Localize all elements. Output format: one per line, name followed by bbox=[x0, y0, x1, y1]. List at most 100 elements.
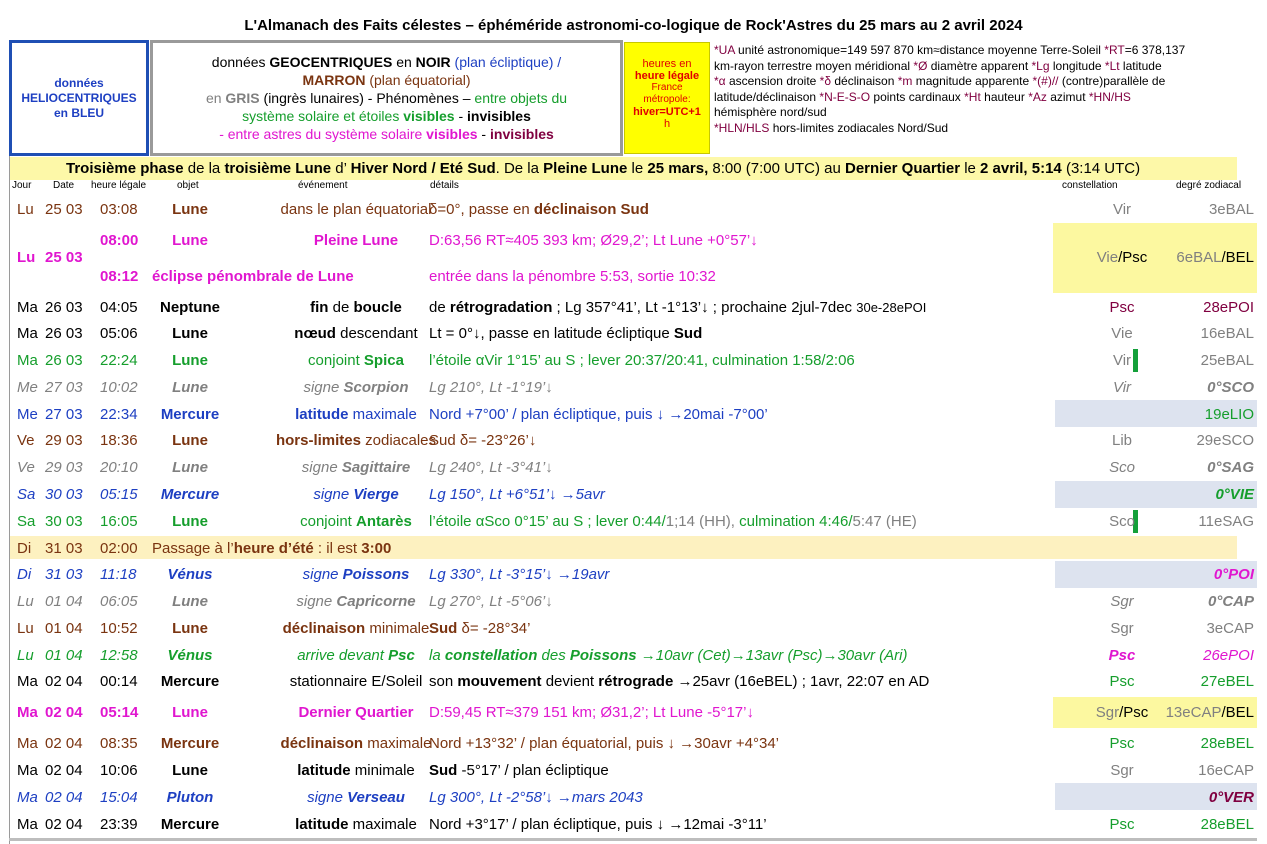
details-text: →10avr (Cet)→13avr (Psc)→30avr (Ari) bbox=[636, 647, 908, 664]
cell-day: Di bbox=[17, 566, 32, 583]
cell-date: 02 04 bbox=[45, 735, 83, 752]
abbr-text: diamètre apparent bbox=[927, 58, 1032, 73]
cell-time: 16:05 bbox=[100, 513, 138, 530]
event-text: déclinaison bbox=[282, 620, 366, 637]
cell-details: δ=0°, passe en déclinaison Sud bbox=[429, 201, 649, 218]
cell-degree: 28ePOI bbox=[1203, 299, 1254, 316]
details-text: devient bbox=[541, 673, 599, 690]
details-text: déclinaison Sud bbox=[533, 201, 649, 218]
cell-degree: 25eBAL bbox=[1200, 352, 1254, 369]
cell-details: Lg 330°, Lt -3°15’↓ →19avr bbox=[429, 566, 610, 583]
cell-time: 05:06 bbox=[100, 325, 138, 342]
cell-degree: 19eLIO bbox=[1204, 406, 1254, 423]
abbr-text: =6 378,137 bbox=[1124, 43, 1186, 57]
phase-text: le bbox=[960, 160, 981, 177]
header-object: objet bbox=[177, 180, 199, 191]
details-text: Sud bbox=[429, 762, 458, 779]
cell-object: Mercure bbox=[160, 406, 220, 423]
cell-day: Ma bbox=[17, 762, 38, 779]
cell-day: Ma bbox=[17, 704, 38, 721]
cell-details: Lg 210°, Lt -1°19’↓ bbox=[429, 379, 553, 396]
event-text: latitude bbox=[297, 762, 351, 779]
phase-text: de la bbox=[183, 160, 225, 177]
const-text: /Psc bbox=[1118, 249, 1148, 266]
cell-date: 26 03 bbox=[45, 299, 83, 316]
cell-object: Vénus bbox=[167, 647, 213, 664]
cell-degree: 26ePOI bbox=[1203, 647, 1254, 664]
event-text: signe bbox=[313, 486, 354, 503]
details-text: Lt = 0°↓, passe en latitude écliptique bbox=[429, 325, 674, 342]
cell-day: Sa bbox=[17, 513, 36, 530]
abbr-key: *Ht bbox=[964, 89, 981, 104]
legend-text: en bbox=[205, 90, 226, 106]
phase-text: le bbox=[627, 160, 648, 177]
abbr-key: *Az bbox=[1028, 89, 1047, 104]
cell-time: 18:36 bbox=[100, 432, 138, 449]
phase-text: (3:14 UTC) bbox=[1061, 160, 1141, 177]
cell-constellation: Sgr/Psc bbox=[1086, 704, 1158, 721]
abbr-key: *HN/HS bbox=[1088, 89, 1131, 104]
cell-degree: 6eBAL/BEL bbox=[1160, 249, 1254, 266]
abbr-key: *Lt bbox=[1104, 58, 1120, 73]
cell-day: Lu bbox=[17, 593, 34, 610]
event-text: Spica bbox=[363, 352, 404, 369]
deg-text: 13eCAP bbox=[1165, 704, 1222, 721]
details-text: son bbox=[429, 673, 458, 690]
cell-details: Lg 240°, Lt -3°41’↓ bbox=[429, 459, 553, 476]
cell-date: 01 04 bbox=[45, 620, 83, 637]
abbr-text: (contre)parallèle de bbox=[1058, 74, 1166, 88]
cell-date: 30 03 bbox=[45, 513, 83, 530]
details-text: Poissons bbox=[569, 647, 637, 664]
details-text: 30e-28ePOI bbox=[856, 300, 927, 315]
cell-time: 12:58 bbox=[100, 647, 138, 664]
cell-object: Lune bbox=[172, 704, 208, 721]
abbr-text: hauteur bbox=[980, 89, 1029, 104]
legend-time-line: métropole: bbox=[643, 94, 691, 105]
cell-time: 23:39 bbox=[100, 816, 138, 833]
cell-degree: 13eCAP/BEL bbox=[1160, 704, 1254, 721]
abbr-text: latitude/déclinaison bbox=[714, 89, 820, 104]
cell-time: 10:06 bbox=[100, 762, 138, 779]
legend-helio-line: HELIOCENTRIQUES bbox=[21, 90, 137, 105]
cell-details: D:59,45 RT≈379 151 km; Ø31,2’; Lt Lune -… bbox=[429, 704, 754, 721]
details-text: 5:47 (HE) bbox=[852, 513, 917, 530]
cell-details: de rétrogradation ; Lg 357°41’, Lt -1°13… bbox=[429, 299, 926, 316]
cell-date: 02 04 bbox=[45, 762, 83, 779]
event-text: Vierge bbox=[353, 486, 399, 503]
phase-text: Troisième phase bbox=[66, 160, 184, 177]
cell-degree: 3eCAP bbox=[1206, 620, 1254, 637]
cell-date: 25 03 bbox=[45, 201, 83, 218]
cell-date: 01 04 bbox=[45, 647, 83, 664]
legend-text: en bbox=[392, 54, 416, 70]
legend-text: données bbox=[211, 54, 270, 70]
details-text: constellation bbox=[444, 647, 538, 664]
cell-object: Mercure bbox=[160, 735, 220, 752]
cell-constellation: Lib bbox=[1111, 432, 1133, 449]
event-text: zodiacales bbox=[360, 432, 437, 449]
event-text: maximale bbox=[348, 406, 417, 423]
cell-details: Sud -5°17’ / plan écliptique bbox=[429, 762, 609, 779]
abbr-key: *α bbox=[714, 74, 726, 88]
cell-object: Lune bbox=[172, 352, 208, 369]
event-text: maximale bbox=[348, 816, 417, 833]
event-text: minimale bbox=[350, 762, 415, 779]
abbr-key: *δ bbox=[819, 74, 832, 88]
cell-degree: 0°CAP bbox=[1207, 593, 1254, 610]
details-text: rétrogradation bbox=[449, 299, 553, 316]
event-text: signe bbox=[302, 566, 343, 583]
table-bottom-border bbox=[9, 838, 1257, 841]
cell-constellation: Psc bbox=[1109, 816, 1135, 833]
legend-heliocentric: données HELIOCENTRIQUES en BLEU bbox=[9, 40, 149, 156]
cell-time: 15:04 bbox=[100, 789, 138, 806]
cell-degree: 0°SAG bbox=[1207, 459, 1254, 476]
abbr-key: *Lg bbox=[1031, 58, 1050, 73]
const-text: Sgr bbox=[1095, 704, 1120, 721]
cell-object: Lune bbox=[172, 459, 208, 476]
details-text: de bbox=[429, 299, 450, 316]
cell-object: Lune bbox=[172, 513, 208, 530]
deg-text: /BEL bbox=[1221, 249, 1254, 266]
phase-text: troisième Lune bbox=[224, 160, 332, 177]
event-text: Sagittaire bbox=[341, 459, 411, 476]
cell-day: Lu bbox=[17, 647, 34, 664]
cell-degree: 0°VER bbox=[1208, 789, 1254, 806]
